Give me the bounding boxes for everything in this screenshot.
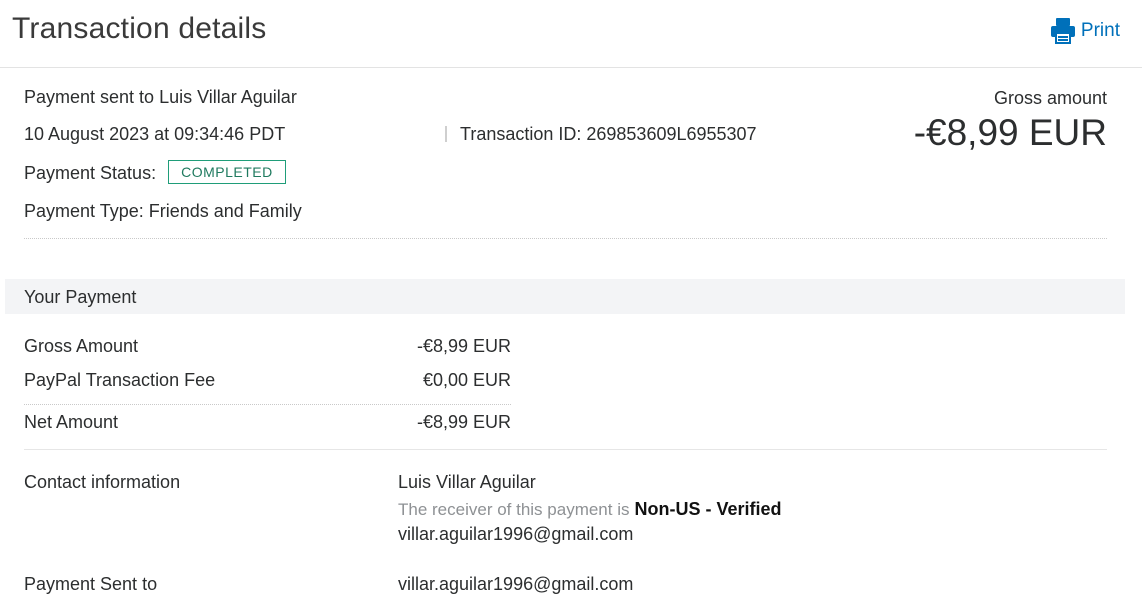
printer-icon (1050, 18, 1075, 44)
divider (445, 126, 447, 142)
transaction-id: Transaction ID: 269853609L6955307 (460, 124, 757, 144)
net-amount-row-value: -€8,99 EUR (416, 412, 511, 432)
contact-email: villar.aguilar1996@gmail.com (398, 524, 634, 544)
fee-row-label: PayPal Transaction Fee (24, 370, 216, 390)
contact-info-label: Contact information (24, 472, 181, 492)
gross-amount-value: -€8,99 EUR (913, 112, 1107, 153)
recipient-line: Payment sent to Luis Villar Aguilar (24, 87, 297, 107)
page-title: Transaction details (12, 12, 267, 45)
receiver-note: The receiver of this payment is Non-US -… (398, 499, 782, 520)
payment-sent-to-label: Payment Sent to (24, 574, 158, 594)
gross-amount-label: Gross amount (993, 88, 1107, 108)
payment-status-label: Payment Status: (24, 163, 157, 183)
net-amount-row-label: Net Amount (24, 412, 119, 432)
gross-amount-row-label: Gross Amount (24, 336, 139, 356)
contact-name: Luis Villar Aguilar (398, 472, 536, 492)
gross-amount-row-value: -€8,99 EUR (416, 336, 511, 356)
fee-row-value: €0,00 EUR (422, 370, 511, 390)
transaction-datetime: 10 August 2023 at 09:34:46 PDT (24, 124, 286, 144)
status-badge: COMPLETED (168, 160, 286, 184)
section-title: Your Payment (24, 287, 137, 307)
print-button[interactable]: Print (1050, 18, 1120, 44)
payment-status-row: Payment Status: COMPLETED (24, 160, 286, 184)
receiver-status: Non-US - Verified (634, 499, 782, 519)
payment-divider (24, 449, 1107, 450)
page-header: Transaction details Print (0, 0, 1142, 68)
print-label: Print (1080, 20, 1120, 41)
summary-divider (24, 238, 1107, 239)
net-divider (24, 404, 511, 405)
your-payment-header: Your Payment (5, 279, 1125, 314)
payment-sent-to-email: villar.aguilar1996@gmail.com (398, 574, 634, 594)
payment-type-line: Payment Type: Friends and Family (24, 201, 302, 221)
receiver-note-prefix: The receiver of this payment is (398, 500, 630, 519)
